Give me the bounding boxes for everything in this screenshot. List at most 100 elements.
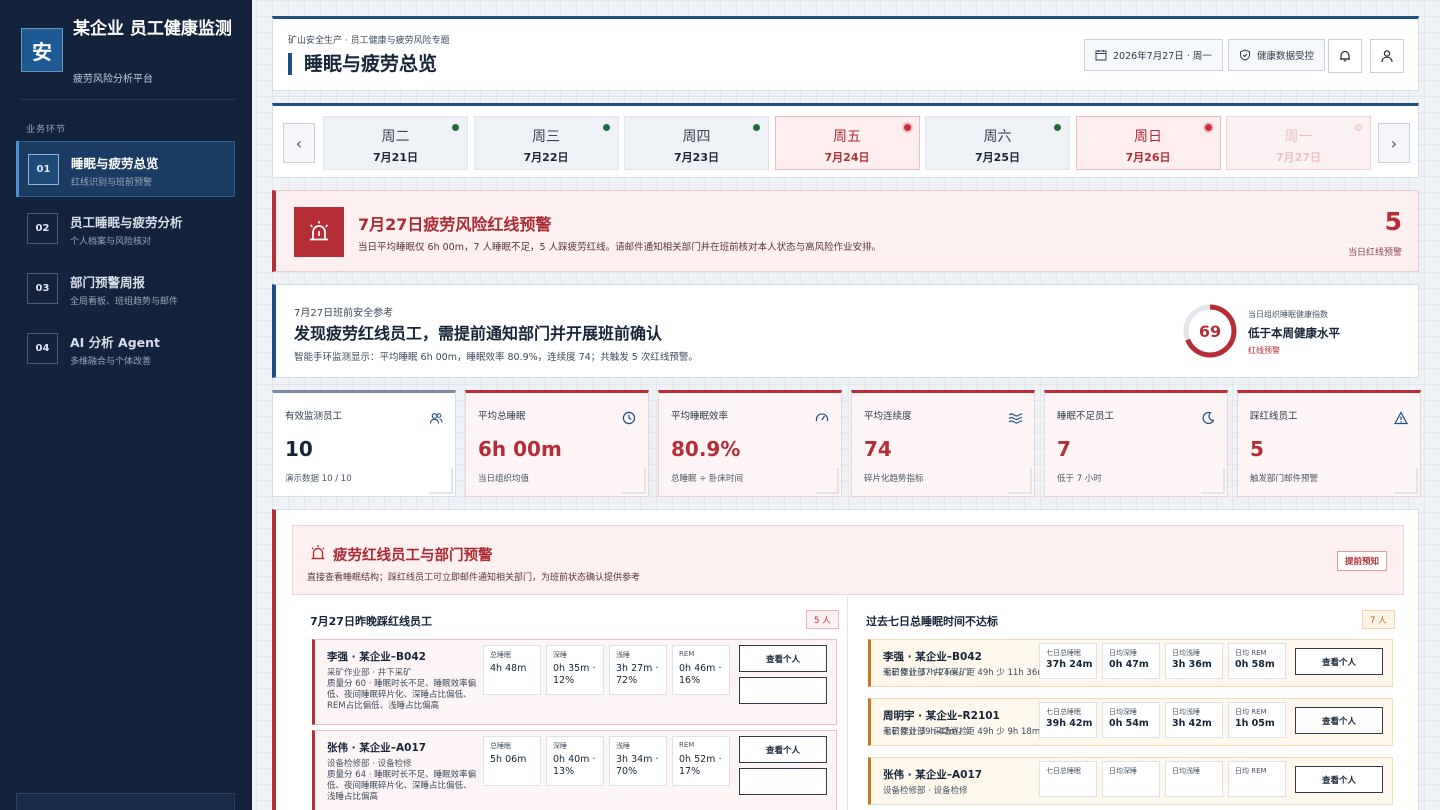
shield-icon [1240,49,1250,61]
kpi-subtext: 总睡眠 ÷ 卧床时间 [671,474,744,484]
fatigue-alert-banner: 7月27日疲劳风险红线预警 当日平均睡眠仅 6h 00m，7 人睡眠不足，5 人… [272,190,1419,272]
day-chip[interactable]: 周三 7月22日 [473,116,619,170]
wave-icon [1008,413,1022,424]
metric-value: 3h 36m [1172,659,1212,670]
day-chip[interactable]: 周二 7月21日 [323,116,468,170]
brand: 安 某企业 员工健康监测 疲劳风险分析平台 [21,18,235,100]
day-name: 周五 [833,129,861,145]
alert-description: 当日平均睡眠仅 6h 00m，7 人睡眠不足，5 人踩疲劳红线。请邮件通知相关部… [358,242,882,253]
chevron-left-icon: ‹ [295,133,303,153]
sidebar-footer-panel [16,793,235,810]
employee-note: 质量分 64 · 睡眠时长不足、睡眠效率偏低、夜间睡眠碎片化、深睡占比偏低、浅睡… [327,770,477,802]
metric-value: 1h 05m [1235,718,1275,729]
metric-value: 4h 48m [490,663,527,674]
day-chip[interactable]: 周四 7月23日 [624,116,769,170]
metric-label: 总睡眠 [490,742,511,750]
next-day-button[interactable]: › [1378,123,1410,163]
nav-item-weekly-report[interactable]: 03 部门预警周报 全局看板、班组趋势与邮件 [16,261,235,317]
user-profile-button[interactable] [1370,39,1404,73]
metric-label: 日均 REM [1235,649,1267,657]
notify-department-button[interactable] [739,768,827,795]
nav-item-overview[interactable]: 01 睡眠与疲劳总览 红线识别与班前预警 [16,141,235,197]
employee-card: 张伟 · 某企业–A017 设备检修部 · 设备检修 七日总睡眠 日均深睡 日均浅睡 日均… [868,757,1393,805]
day-date: 7月24日 [824,151,870,164]
moon-icon [1202,411,1215,425]
kpi-label: 平均睡眠效率 [671,411,729,422]
day-name: 周三 [532,129,560,145]
view-profile-button[interactable]: 查看个人 [1295,766,1383,793]
metric-value: 5h 06m [490,754,527,765]
view-profile-button[interactable]: 查看个人 [1295,707,1383,734]
metric-value: 0h 47m [1109,659,1149,670]
metric-value: 3h 42m [1172,718,1212,729]
sleep-metric: 日均深睡 0h 54m [1102,702,1160,738]
prev-day-button[interactable]: ‹ [283,123,315,163]
metric-value: 39h 42m [1046,718,1093,729]
page-header: 矿山安全生产 · 员工健康与疲劳风险专题 睡眠与疲劳总览 2026年7月27日 … [272,16,1419,91]
kpi-card: 踩红线员工 5 触发部门邮件预警 [1237,390,1421,497]
section-header: 疲劳红线员工与部门预警 直接查看睡眠结构；踩红线员工可立即邮件通知相关部门，为班… [292,525,1404,595]
day-date: 7月21日 [373,151,418,164]
metric-label: 七日总睡眠 [1046,708,1081,716]
nav-item-number: 04 [27,333,58,364]
metric-label: 七日总睡眠 [1046,767,1081,775]
brand-title: 某企业 员工健康监测 [73,19,232,39]
nav-item-sub: 红线识别与班前预警 [71,178,153,188]
alarm-icon [311,545,325,560]
metric-value: 0h 46m · 16% [679,663,722,686]
brief-title: 发现疲劳红线员工，需提前通知部门并开展班前确认 [294,324,663,343]
kpi-label: 平均总睡眠 [478,411,526,422]
sleep-metric: 总睡眠 4h 48m [483,645,541,695]
day-chip[interactable]: 周日 7月26日 [1075,116,1221,170]
health-index-value: 69 [1198,321,1222,341]
status-dot [1355,124,1362,131]
brief-description: 智能手环监测显示：平均睡眠 6h 00m，睡眠效率 80.9%，连续度 74；共… [294,352,698,363]
user-icon [1381,50,1393,63]
sleep-metric: REM 0h 52m · 17% [672,736,730,786]
view-profile-button[interactable]: 查看个人 [739,645,827,672]
gauge-icon [815,413,829,422]
view-profile-button[interactable]: 查看个人 [739,736,827,763]
view-profile-button[interactable]: 查看个人 [1295,648,1383,675]
metric-label: 日均浅睡 [1172,767,1200,775]
alarm-icon [294,207,344,257]
nav-item-employee-analysis[interactable]: 02 员工睡眠与疲劳分析 个人档案与风险核对 [16,201,235,257]
day-chip[interactable]: 周一 7月27日 [1226,116,1371,170]
nav-item-label: 员工睡眠与疲劳分析 [70,215,183,230]
brief-tag: 7月27日班前安全参考 [294,308,394,319]
metric-label: 日均浅睡 [1172,708,1200,716]
day-selector: ‹ 周二 7月21日 周三 7月22日 周四 7月23日 周五 7月24日 周六 7月25日 周日 7… [272,103,1419,178]
sleep-metric: 总睡眠 5h 06m [483,736,541,786]
day-chip[interactable]: 周五 7月24日 [774,116,920,170]
chevron-right-icon: › [1390,133,1398,153]
employee-department: 采矿作业部 · 井下采矿 [327,668,412,678]
kpi-label: 平均连续度 [864,411,912,422]
day-date: 7月25日 [975,151,1020,164]
employee-department: 设备检修部 · 设备检修 [327,759,412,769]
metric-label: 日均 REM [1235,767,1267,775]
status-dot [452,124,459,131]
sleep-metric: 日均浅睡 3h 36m [1165,643,1223,679]
privacy-button[interactable]: 健康数据受控 [1228,39,1326,71]
kpi-label: 有效监测员工 [285,411,343,422]
metric-label: 深睡 [553,651,567,659]
employee-card: 李强 · 某企业–B042 采矿作业部 · 井下采矿 质量分 60 · 睡眠时长不足… [312,639,837,725]
page-title: 睡眠与疲劳总览 [288,53,437,75]
nav-item-label: 睡眠与疲劳总览 [71,156,159,171]
status-dot [753,124,760,131]
sleep-metric: 日均 REM 1h 05m [1228,702,1286,738]
nav-item-ai-agent[interactable]: 04 AI 分析 Agent 多维融合与个体改善 [16,321,235,377]
column-title: 7月27日昨晚踩红线员工 [310,615,432,628]
kpi-value: 6h 00m [478,437,562,461]
status-dot [1204,124,1212,131]
sleep-metric: 日均深睡 0h 47m [1102,643,1160,679]
status-dot [903,124,911,131]
alert-title: 7月27日疲劳风险红线预警 [358,215,552,234]
notifications-button[interactable] [1328,39,1362,73]
day-date: 7月23日 [674,151,719,164]
notify-department-button[interactable] [739,677,827,704]
day-chip[interactable]: 周六 7月25日 [925,116,1070,170]
kpi-subtext: 当日组织均值 [478,474,530,484]
date-picker-button[interactable]: 2026年7月27日 · 周一 [1084,39,1223,71]
metric-label: 深睡 [553,742,567,750]
